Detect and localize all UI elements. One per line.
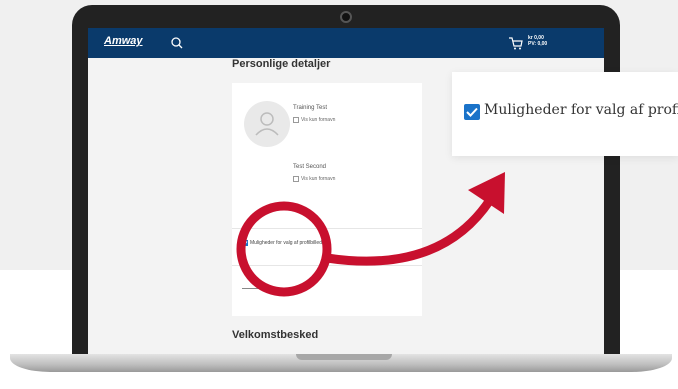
cart-summary[interactable]: kr 0,00 PV: 0,00: [528, 35, 547, 47]
person-name: Training Test: [293, 105, 328, 111]
person-name: Test Second: [293, 164, 327, 170]
zoom-option-label: Muligheder for valg af profilbillede: [484, 102, 678, 118]
zoom-callout: Muligheder for valg af profilbillede: [452, 72, 678, 156]
cart-icon[interactable]: [508, 35, 524, 51]
top-navbar: Amway kr 0,00 PV: 0,00: [88, 28, 604, 58]
checkmark-icon: [466, 107, 478, 117]
camera-icon: [340, 11, 352, 23]
checked-checkbox[interactable]: [242, 240, 248, 246]
show-first-name-option[interactable]: Vis kun fornavn: [293, 176, 335, 182]
option-label: Vis kun fornavn: [301, 117, 336, 123]
checked-checkbox-zoom: [464, 104, 480, 120]
cart-pv: PV: 0,00: [528, 41, 548, 47]
divider: [232, 265, 422, 266]
option-label: Muligheder for valg af profilbillede: [250, 240, 325, 246]
laptop-notch: [296, 354, 392, 360]
section-title-welcome: Velkomstbesked: [232, 329, 319, 341]
section-title-personal-details: Personlige detaljer: [232, 58, 331, 70]
user-icon: [255, 112, 279, 136]
profile-card: Training Test Vis kun fornavn Test Secon…: [232, 83, 422, 316]
show-first-name-option[interactable]: Vis kun fornavn: [293, 117, 335, 123]
amway-logo[interactable]: Amway: [104, 35, 143, 47]
divider: [232, 228, 422, 229]
avatar[interactable]: [244, 101, 290, 147]
link-underline[interactable]: [242, 288, 286, 289]
checkbox[interactable]: [293, 117, 299, 123]
search-icon[interactable]: [170, 36, 184, 50]
option-label: Vis kun fornavn: [301, 176, 336, 182]
profile-picture-option[interactable]: Muligheder for valg af profilbillede: [242, 240, 325, 246]
checkbox[interactable]: [293, 176, 299, 182]
